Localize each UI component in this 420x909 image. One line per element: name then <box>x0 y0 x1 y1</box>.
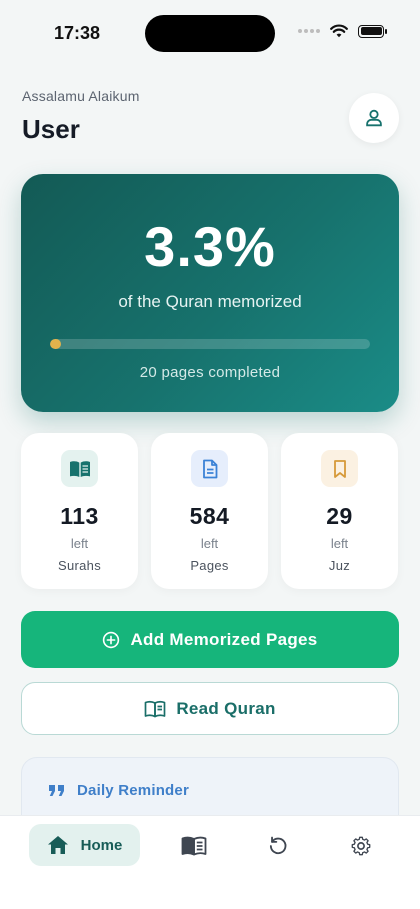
progress-bar <box>50 339 370 349</box>
memorized-percent: 3.3% <box>144 215 276 278</box>
progress-bar-fill <box>50 339 61 349</box>
status-bar: 17:38 <box>0 0 420 68</box>
quote-icon <box>49 785 64 796</box>
stat-card-pages: 584 left Pages <box>151 433 268 589</box>
open-book-icon <box>144 700 166 717</box>
plus-circle-icon <box>103 631 120 648</box>
book-open-icon <box>69 460 90 477</box>
quran-book-icon <box>181 836 207 856</box>
settings-icon <box>351 836 371 856</box>
stat-sub: left <box>70 536 89 551</box>
cellular-signal-icon <box>298 29 320 33</box>
status-icons <box>298 24 387 38</box>
stat-label: Pages <box>190 558 229 573</box>
nav-quran-tab[interactable] <box>181 833 207 859</box>
stat-value: 584 <box>189 503 230 529</box>
nav-home-tab[interactable]: Home <box>29 824 140 866</box>
read-quran-label: Read Quran <box>176 698 276 718</box>
document-icon <box>202 459 217 478</box>
read-quran-button[interactable]: Read Quran <box>21 682 399 735</box>
dynamic-island <box>145 15 275 52</box>
add-memorized-pages-button[interactable]: Add Memorized Pages <box>21 611 399 668</box>
stat-sub: left <box>200 536 219 551</box>
stat-icon-badge <box>191 450 228 487</box>
stat-card-juz: 29 left Juz <box>281 433 398 589</box>
stat-icon-badge <box>321 450 358 487</box>
stat-icon-badge <box>61 450 98 487</box>
wifi-icon <box>330 24 348 38</box>
bottom-nav: Home <box>0 815 420 909</box>
add-memorized-pages-label: Add Memorized Pages <box>130 629 318 649</box>
memorization-progress-card: 3.3% of the Quran memorized 20 pages com… <box>21 174 399 412</box>
user-name: User <box>22 114 80 144</box>
status-time: 17:38 <box>54 23 101 43</box>
daily-reminder-title: Daily Reminder <box>77 782 190 799</box>
user-icon <box>366 109 382 127</box>
stat-label: Juz <box>328 558 351 573</box>
profile-button[interactable] <box>349 93 399 143</box>
nav-home-label: Home <box>80 836 123 854</box>
stat-card-surahs: 113 left Surahs <box>21 433 138 589</box>
history-icon <box>269 836 287 855</box>
stat-value: 113 <box>60 503 99 529</box>
pages-completed-text: 20 pages completed <box>139 364 281 381</box>
stat-sub: left <box>330 536 349 551</box>
bookmark-icon <box>333 459 346 478</box>
nav-settings-tab[interactable] <box>348 833 374 859</box>
daily-reminder-header: Daily Reminder <box>48 782 189 799</box>
stat-label: Surahs <box>58 558 101 573</box>
memorized-caption: of the Quran memorized <box>118 292 302 311</box>
home-icon <box>47 836 68 854</box>
nav-history-tab[interactable] <box>265 833 291 859</box>
stat-value: 29 <box>326 503 353 529</box>
greeting-text: Assalamu Alaikum <box>22 88 140 104</box>
battery-icon <box>358 24 387 38</box>
